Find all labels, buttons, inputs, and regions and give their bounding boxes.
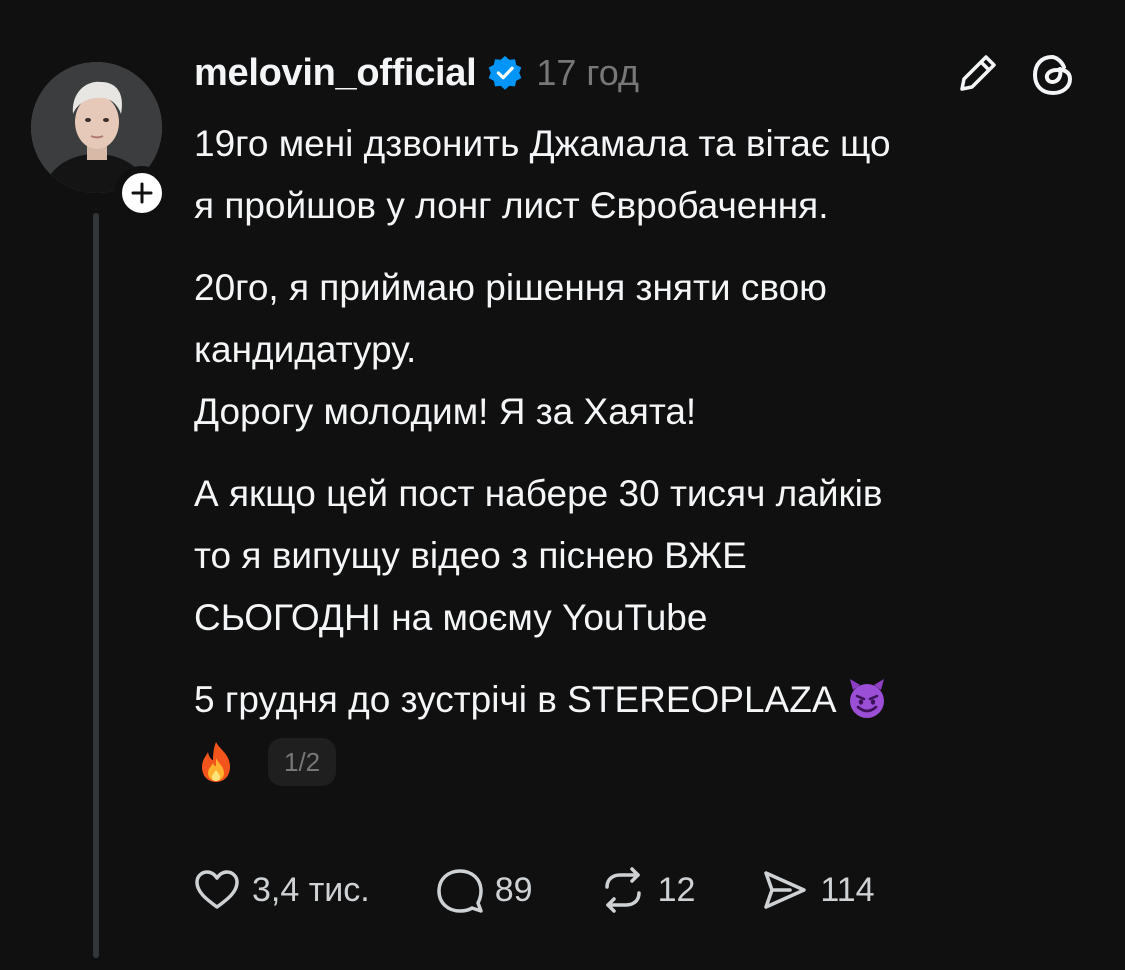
post-paragraph-1: 19го мені дзвонить Джамала та вітає що я… <box>194 113 1094 237</box>
comment-count: 89 <box>494 870 533 909</box>
author-username[interactable]: melovin_official <box>194 52 477 95</box>
repost-count: 12 <box>657 870 696 909</box>
share-button[interactable]: 114 <box>760 865 875 915</box>
post-line: 19го мені дзвонить Джамала та вітає що <box>194 123 891 164</box>
post-body: 19го мені дзвонить Джамала та вітає що я… <box>194 113 1094 793</box>
like-count: 3,4 тис. <box>252 870 370 909</box>
post-paragraph-4: А якщо цей пост набере 30 тисяч лайків т… <box>194 463 1094 649</box>
plus-icon <box>131 182 153 204</box>
comment-button[interactable]: 89 <box>435 865 533 915</box>
verified-badge-icon <box>489 55 522 90</box>
heart-icon <box>195 870 239 909</box>
post-line: Дорогу молодим! Я за Хаята! <box>194 391 697 432</box>
post-timestamp: 17 год <box>536 52 640 93</box>
post-line: А якщо цей пост набере 30 тисяч лайків <box>194 473 883 514</box>
post-line: я пройшов у лонг лист Євробачення. <box>194 185 829 226</box>
post-paragraph-3: Дорогу молодим! Я за Хаята! <box>194 381 1094 443</box>
author-avatar-container[interactable] <box>31 62 169 220</box>
post-line: СЬОГОДНІ на моєму YouTube <box>194 597 708 638</box>
post-line: 20го, я приймаю рішення зняти свою <box>194 267 827 308</box>
post-paragraph-5: 5 грудня до зустрічі в STEREOPLAZA 1/2 <box>194 669 1094 793</box>
share-count: 114 <box>820 870 875 909</box>
like-button[interactable]: 3,4 тис. <box>192 865 370 915</box>
post-line: то я випущу відео з піснею ВЖЕ <box>194 535 747 576</box>
follow-button[interactable] <box>115 166 169 220</box>
pencil-icon[interactable] <box>953 48 1003 98</box>
smiling-devil-emoji-icon <box>849 679 884 718</box>
post-line: 5 грудня до зустрічі в STEREOPLAZA <box>194 679 835 720</box>
post-last-line: 1/2 <box>194 731 1094 793</box>
post-line: кандидатуру. <box>194 329 417 370</box>
repost-button[interactable]: 12 <box>598 865 696 915</box>
repost-icon <box>604 867 641 913</box>
fire-emoji-icon <box>202 742 230 782</box>
post-header: melovin_official 17 год <box>194 48 639 98</box>
post-actions: 3,4 тис. 89 12 114 <box>192 862 940 918</box>
post-paragraph-2: 20го, я приймаю рішення зняти свою канди… <box>194 257 1094 381</box>
send-icon <box>764 871 807 909</box>
speech-bubble-icon <box>436 869 483 913</box>
thread-line <box>93 213 99 958</box>
threads-logo-icon[interactable] <box>1028 50 1078 100</box>
thread-page-indicator[interactable]: 1/2 <box>268 738 337 786</box>
